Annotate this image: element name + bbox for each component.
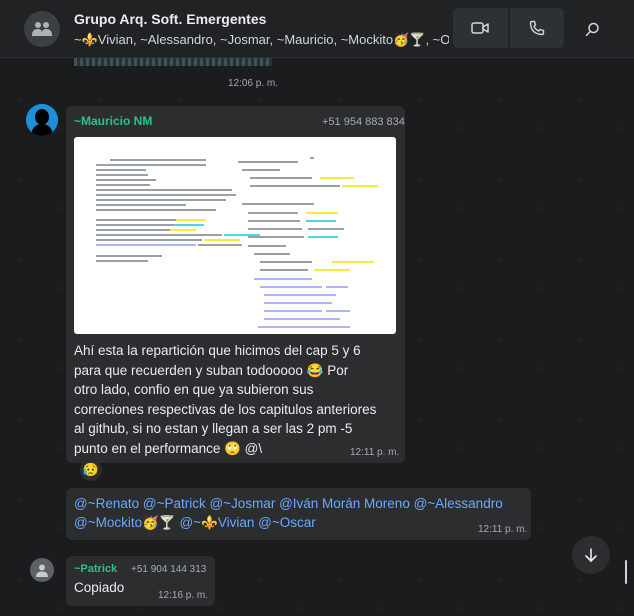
doc-line: [198, 244, 242, 246]
doc-highlight: [260, 286, 322, 288]
message-text-line: al github, si no estan y llegan a ser la…: [74, 421, 353, 436]
doc-highlight: [264, 318, 340, 320]
voice-call-icon: [529, 20, 544, 36]
doc-line: [250, 177, 312, 179]
doc-line: [96, 204, 186, 206]
scroll-to-bottom-button[interactable]: [572, 536, 610, 574]
doc-line: [96, 169, 146, 171]
doc-line: [96, 234, 222, 236]
message-reaction[interactable]: 😥: [80, 459, 102, 481]
doc-line: [96, 255, 162, 257]
doc-highlight: [176, 219, 206, 221]
doc-line: [238, 161, 298, 163]
doc-line: [248, 212, 298, 214]
doc-line: [248, 220, 300, 222]
doc-line: [96, 239, 202, 241]
doc-highlight: [254, 278, 312, 280]
doc-highlight: [326, 286, 348, 288]
doc-line: [96, 164, 206, 166]
message-text-line: punto en el performance 🙄 @\: [74, 440, 263, 456]
sender-name[interactable]: ~Patrick: [74, 563, 117, 575]
doc-line: [96, 179, 156, 181]
doc-line: [96, 224, 174, 226]
mention-line: @~Mockito🥳🍸 @~⚜️Vivian @~Oscar: [74, 513, 316, 533]
scrollbar-thumb[interactable]: [625, 560, 627, 584]
sender-phone: +51 954 883 834: [322, 116, 405, 128]
doc-line: [96, 194, 236, 196]
doc-line: [110, 159, 206, 161]
document-image[interactable]: [74, 137, 396, 334]
video-call-icon: [471, 22, 489, 34]
doc-line: [248, 245, 286, 247]
doc-line: [96, 184, 150, 186]
message-time: 12:16 p. m.: [158, 590, 209, 601]
doc-line: [96, 189, 232, 191]
doc-highlight: [264, 310, 322, 312]
search-icon: [585, 22, 599, 36]
user-silhouette-icon: [26, 104, 58, 136]
avatar[interactable]: [30, 558, 54, 582]
message-text-line: para que recuerden y suban todooooo 😂 Po…: [74, 362, 349, 378]
message-text-line: Ahí esta la repartición que hicimos del …: [74, 343, 361, 358]
doc-line: [254, 253, 290, 255]
doc-line: [96, 219, 176, 221]
mention-line: @~Renato @~Patrick @~Josmar @Iván Morán …: [74, 494, 503, 514]
doc-line: [310, 157, 314, 159]
group-avatar-icon: [32, 22, 52, 36]
previous-image-fragment[interactable]: [74, 58, 272, 66]
message-time: 12:11 p. m.: [478, 524, 528, 535]
doc-line: [242, 169, 280, 171]
doc-highlight: [96, 244, 196, 246]
message-time: 12:06 p. m.: [228, 78, 279, 89]
doc-line: [248, 236, 304, 238]
avatar[interactable]: [26, 104, 58, 136]
message-time: 12:11 p. m.: [350, 447, 400, 458]
default-user-icon: [36, 564, 48, 577]
doc-line: [260, 269, 308, 271]
doc-highlight: [306, 220, 336, 222]
doc-highlight: [258, 326, 350, 328]
doc-highlight: [314, 269, 350, 271]
doc-highlight: [204, 239, 240, 241]
doc-line: [248, 228, 302, 230]
chat-header[interactable]: Grupo Arq. Soft. Emergentes ~⚜️Vivian, ~…: [0, 0, 634, 58]
doc-highlight: [308, 236, 338, 238]
sender-name[interactable]: ~Mauricio NM: [74, 114, 152, 128]
doc-line: [96, 229, 170, 231]
mention-text[interactable]: @~Renato @~Patrick @~Josmar @Iván Morán …: [74, 496, 503, 511]
video-call-button[interactable]: [453, 8, 508, 48]
doc-line: [242, 203, 314, 205]
doc-highlight: [320, 177, 354, 179]
voice-call-button[interactable]: [509, 8, 564, 48]
arrow-down-icon: [585, 548, 597, 562]
doc-highlight: [326, 310, 350, 312]
doc-highlight: [306, 212, 338, 214]
call-buttons: [453, 8, 564, 48]
doc-highlight: [342, 185, 378, 187]
doc-highlight: [264, 294, 336, 296]
search-button[interactable]: [577, 14, 607, 44]
doc-line: [250, 185, 340, 187]
doc-highlight: [332, 261, 374, 263]
chat-title[interactable]: Grupo Arq. Soft. Emergentes: [74, 11, 266, 27]
group-avatar[interactable]: [24, 11, 60, 47]
doc-line: [260, 261, 312, 263]
doc-line: [308, 228, 344, 230]
doc-line: [96, 260, 148, 262]
chat-members[interactable]: ~⚜️Vivian, ~Alessandro, ~Josmar, ~Mauric…: [74, 32, 449, 48]
message-text-line: correciones respectivas de los capitulos…: [74, 401, 377, 417]
mention-text[interactable]: @~Mockito🥳🍸 @~⚜️Vivian @~Oscar: [74, 515, 316, 530]
doc-highlight: [174, 224, 204, 226]
doc-line: [96, 199, 226, 201]
doc-highlight: [170, 229, 196, 231]
doc-line: [96, 209, 216, 211]
doc-line: [96, 174, 148, 176]
sender-phone: +51 904 144 313: [131, 564, 207, 575]
doc-highlight: [264, 302, 332, 304]
message-text-line: otro lado, confio en que ya subieron sus: [74, 382, 314, 397]
message-text: Copiado: [74, 580, 125, 595]
